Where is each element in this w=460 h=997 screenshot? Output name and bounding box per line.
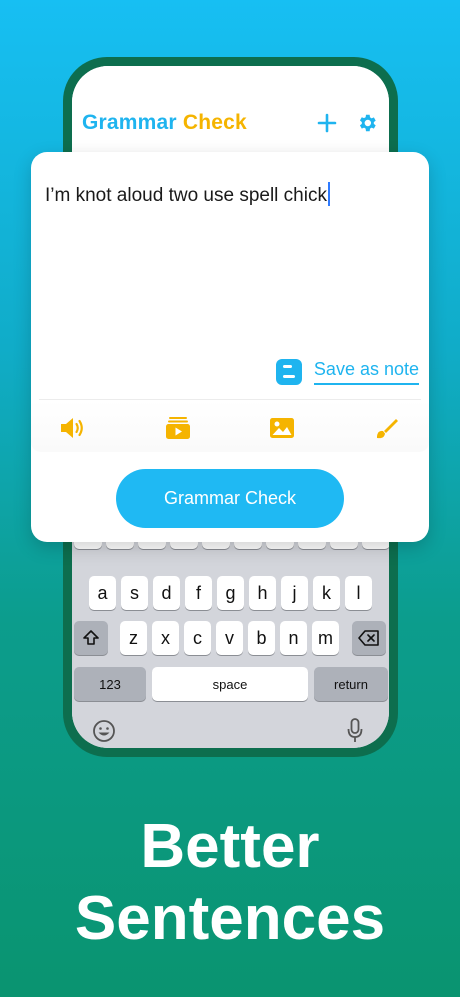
toolbar	[31, 400, 429, 452]
key-f[interactable]: f	[185, 576, 212, 610]
key-n[interactable]: n	[280, 621, 307, 655]
backspace-icon	[358, 630, 379, 646]
microphone-icon[interactable]	[347, 718, 363, 744]
keyboard: q w e r t y u i o p a s d f g h j k l	[72, 515, 389, 748]
key-b[interactable]: b	[248, 621, 275, 655]
numbers-key[interactable]: 123	[74, 667, 146, 701]
backspace-key[interactable]	[352, 621, 386, 655]
save-as-note-label: Save as note	[313, 359, 419, 385]
shift-icon	[83, 630, 99, 645]
key-k[interactable]: k	[313, 576, 340, 610]
app-title: Grammar Check	[82, 111, 247, 135]
app-title-word-1: Grammar	[82, 111, 177, 134]
key-g[interactable]: g	[217, 576, 244, 610]
video-icon[interactable]	[164, 414, 192, 442]
text-caret	[327, 182, 330, 206]
key-z[interactable]: z	[120, 621, 147, 655]
speaker-icon[interactable]	[58, 414, 86, 442]
tagline-line-1: Better	[140, 812, 320, 881]
space-key[interactable]: space	[152, 667, 308, 701]
brush-icon[interactable]	[373, 414, 401, 442]
save-as-note-button[interactable]: Save as note	[275, 358, 419, 386]
grammar-check-button[interactable]: Grammar Check	[116, 469, 344, 528]
key-s[interactable]: s	[121, 576, 148, 610]
key-v[interactable]: v	[216, 621, 243, 655]
key-h[interactable]: h	[249, 576, 276, 610]
return-key[interactable]: return	[314, 667, 388, 701]
editor-text: I’m knot aloud two use spell chick	[45, 185, 327, 206]
key-a[interactable]: a	[89, 576, 116, 610]
key-x[interactable]: x	[152, 621, 179, 655]
key-j[interactable]: j	[281, 576, 308, 610]
app-title-word-2: Check	[182, 111, 247, 134]
key-d[interactable]: d	[153, 576, 180, 610]
shift-key[interactable]	[74, 621, 108, 655]
image-icon[interactable]	[268, 414, 296, 442]
note-icon	[275, 359, 302, 385]
emoji-icon[interactable]	[92, 719, 116, 743]
key-l[interactable]: l	[345, 576, 372, 610]
tagline-line-2: Sentences	[74, 884, 386, 953]
editor-card: I’m knot aloud two use spell chick Save …	[31, 152, 429, 542]
gear-icon[interactable]	[356, 112, 378, 134]
plus-icon[interactable]	[316, 112, 338, 134]
toolbar-divider	[39, 399, 421, 400]
app-header: Grammar Check	[72, 66, 389, 166]
key-m[interactable]: m	[312, 621, 339, 655]
editor-textarea[interactable]: I’m knot aloud two use spell chick	[45, 182, 330, 207]
key-c[interactable]: c	[184, 621, 211, 655]
